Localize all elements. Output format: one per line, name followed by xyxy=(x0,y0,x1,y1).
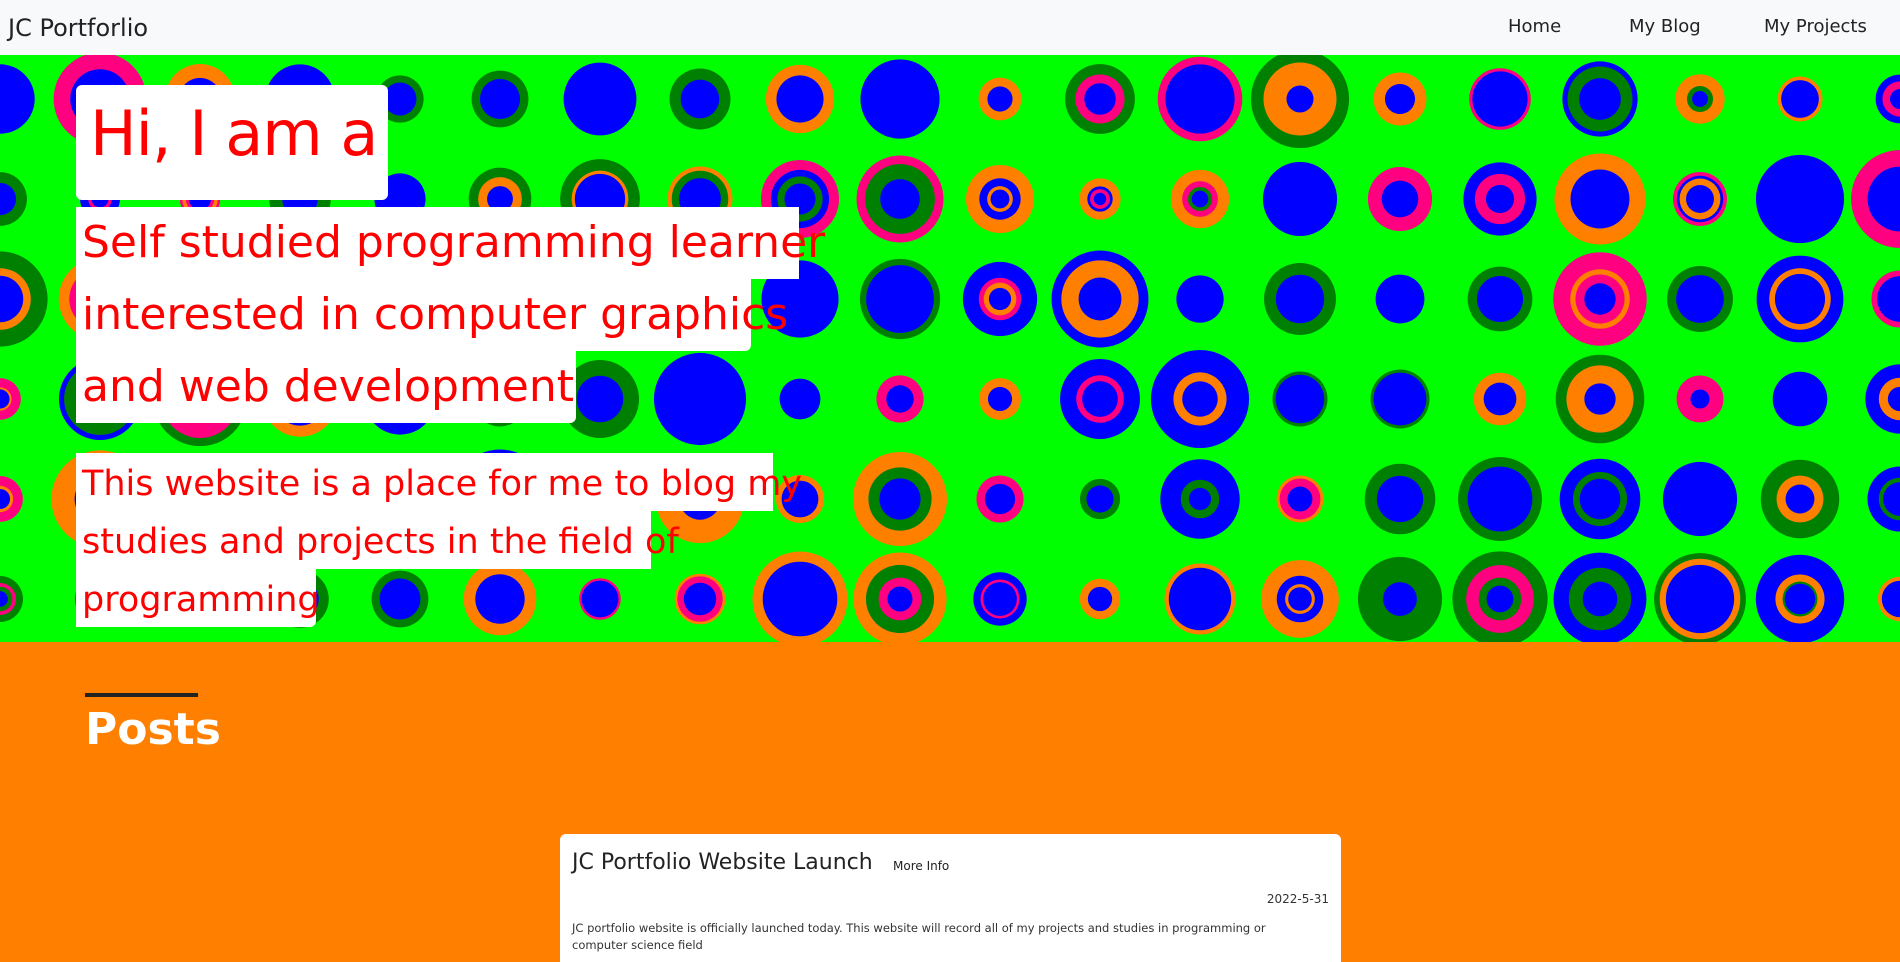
decorative-circle xyxy=(988,287,1012,311)
decorative-circle xyxy=(874,273,926,325)
decorative-circle xyxy=(1586,485,1614,513)
post-date: 2022-5-31 xyxy=(1266,892,1329,906)
decorative-circle xyxy=(479,78,521,120)
decorative-circle xyxy=(1785,484,1815,514)
decorative-circle xyxy=(1285,284,1315,314)
decorative-circle xyxy=(387,86,413,112)
decorative-circle xyxy=(1383,282,1417,316)
decorative-circle xyxy=(1188,487,1212,511)
hero-subtitle: Self studied programming learner interes… xyxy=(76,207,825,423)
decorative-circle xyxy=(1692,91,1708,107)
decorative-circle xyxy=(1384,83,1416,115)
navbar: JC Portforlio Home My Blog My Projects xyxy=(0,0,1900,55)
decorative-circle xyxy=(1286,85,1314,113)
decorative-circle xyxy=(1778,177,1822,221)
decorative-circle xyxy=(1273,172,1327,226)
nav-link-my-blog[interactable]: My Blog xyxy=(1629,16,1701,37)
post-more-info-link[interactable]: More Info xyxy=(893,859,949,873)
post-title: JC Portfolio Website Launch xyxy=(572,850,873,875)
decorative-circle xyxy=(1579,78,1621,120)
hero-subtitle-line: interested in computer graphics xyxy=(76,279,788,351)
decorative-circle xyxy=(987,86,1013,112)
hero-subtitle-line: Self studied programming learner xyxy=(76,207,825,279)
decorative-circle xyxy=(1168,567,1232,631)
hero-title-box: Hi, I am a xyxy=(76,85,388,200)
decorative-circle xyxy=(1690,389,1710,409)
decorative-circle xyxy=(984,483,1016,515)
decorative-circle xyxy=(1686,185,1714,213)
brand-link[interactable]: JC Portforlio xyxy=(8,14,148,42)
decorative-circle xyxy=(983,582,1017,616)
decorative-circle xyxy=(1165,64,1235,134)
decorative-circle xyxy=(886,385,914,413)
decorative-circle xyxy=(1783,382,1817,416)
decorative-circle xyxy=(1784,583,1816,615)
decorative-circle xyxy=(879,478,921,520)
decorative-circle xyxy=(1383,582,1417,616)
nav-link-home[interactable]: Home xyxy=(1508,16,1561,37)
decorative-circle xyxy=(1486,585,1514,613)
decorative-circle xyxy=(1476,275,1524,323)
decorative-circle xyxy=(570,69,630,129)
decorative-circle xyxy=(762,561,838,637)
decorative-circle xyxy=(1491,190,1509,208)
decorative-circle xyxy=(1275,374,1325,424)
decorative-circle xyxy=(1385,184,1415,214)
decorative-circle xyxy=(1483,382,1517,416)
posts-section: Posts JC Portfolio Website Launch More I… xyxy=(0,642,1900,962)
posts-heading-rule xyxy=(85,693,198,697)
hero-banner: Hi, I am a Self studied programming lear… xyxy=(0,55,1900,642)
nav-link-my-projects[interactable]: My Projects xyxy=(1764,16,1867,37)
decorative-circle xyxy=(1287,486,1313,512)
hero-description-line: programming xyxy=(76,569,320,627)
decorative-circle xyxy=(1376,475,1424,523)
decorative-circle xyxy=(1082,381,1118,417)
decorative-circle xyxy=(1191,190,1209,208)
post-card: JC Portfolio Website Launch More Info 20… xyxy=(560,834,1341,962)
hero-title: Hi, I am a xyxy=(90,97,378,170)
decorative-circle xyxy=(1086,485,1114,513)
decorative-circle xyxy=(1091,590,1109,608)
hero-description-line: This website is a place for me to blog m… xyxy=(76,453,802,511)
decorative-circle xyxy=(1584,383,1616,415)
posts-heading: Posts xyxy=(85,704,221,755)
post-body: JC portfolio website is officially launc… xyxy=(572,921,1266,952)
decorative-circle xyxy=(990,189,1010,209)
decorative-circle xyxy=(1480,79,1520,119)
decorative-circle xyxy=(880,179,920,219)
decorative-circle xyxy=(1785,284,1815,314)
decorative-circle xyxy=(1781,80,1819,118)
decorative-circle xyxy=(1078,277,1122,321)
decorative-circle xyxy=(680,79,720,119)
decorative-circle xyxy=(1570,169,1630,229)
hero-subtitle-line: and web development xyxy=(76,351,576,423)
hero-description: This website is a place for me to blog m… xyxy=(76,453,802,627)
decorative-circle xyxy=(776,75,824,123)
decorative-circle xyxy=(1677,476,1723,522)
decorative-circle xyxy=(1182,381,1218,417)
decorative-circle xyxy=(1093,192,1107,206)
decorative-circle xyxy=(1373,372,1427,426)
decorative-circle xyxy=(1467,466,1533,532)
decorative-circle xyxy=(1184,283,1216,315)
decorative-circle xyxy=(987,386,1013,412)
decorative-circle xyxy=(871,70,929,128)
decorative-circle xyxy=(1288,587,1312,611)
decorative-circle xyxy=(1665,564,1735,634)
decorative-circle xyxy=(1582,581,1618,617)
decorative-circle xyxy=(887,586,913,612)
decorative-circle xyxy=(1584,283,1616,315)
decorative-circle xyxy=(1084,83,1116,115)
decorative-circle xyxy=(1683,282,1717,316)
hero-description-line: studies and projects in the field of xyxy=(76,511,679,569)
